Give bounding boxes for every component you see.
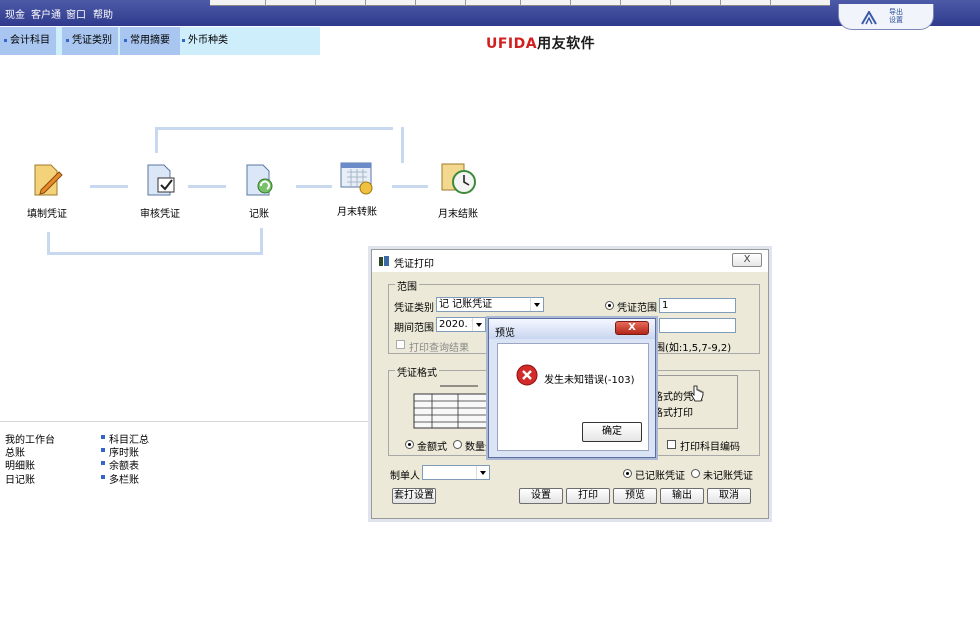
amount-format-radio[interactable]	[405, 440, 414, 449]
toolbar-strip	[210, 0, 830, 6]
posted-voucher-label: 已记账凭证	[635, 471, 685, 482]
print-dialog-icon	[379, 256, 389, 266]
print-query-result-checkbox[interactable]	[396, 340, 405, 349]
flow-line	[401, 127, 404, 163]
error-icon	[516, 364, 538, 386]
flow-node-post[interactable]: 记账	[219, 162, 299, 220]
hand-cursor-icon	[690, 385, 704, 402]
voucher-range-radio[interactable]	[605, 301, 614, 310]
corner-text: 导出 设置	[889, 8, 903, 24]
amount-format-label: 金额式	[417, 442, 447, 453]
calendar-clock-icon	[441, 163, 476, 194]
chevron-down-icon[interactable]	[530, 298, 543, 311]
bullet-icon	[66, 39, 69, 42]
posted-voucher-radio[interactable]	[623, 469, 632, 478]
preview-button[interactable]: 预览	[613, 488, 657, 504]
ok-button[interactable]: 确定	[582, 422, 642, 442]
menu-item-cash[interactable]: 现金	[5, 6, 25, 21]
chevron-down-icon[interactable]	[472, 318, 485, 331]
link-multi-column[interactable]: 多栏账	[101, 471, 139, 486]
menu-item-window[interactable]: 窗口	[66, 6, 86, 21]
flow-node-month-transfer[interactable]: 月末转账	[317, 160, 397, 218]
print-button[interactable]: 打印	[566, 488, 610, 504]
menu-item-help[interactable]: 帮助	[93, 6, 113, 21]
print-account-code-label: 打印科目编码	[680, 442, 740, 453]
voucher-range-input[interactable]: 1	[659, 298, 736, 313]
error-close-button[interactable]: X	[615, 321, 649, 335]
dialog-titlebar: 凭证打印 X	[372, 250, 768, 272]
bullet-icon	[101, 475, 105, 479]
range-extra-input[interactable]	[659, 318, 736, 333]
error-dialog-titlebar: 预览 X	[489, 319, 655, 339]
flow-node-month-close[interactable]: 月末结账	[418, 162, 498, 220]
link-balance-sheet[interactable]: 余额表	[101, 457, 139, 472]
print-query-result-label: 打印查询结果	[409, 343, 469, 354]
preview-error-dialog: 预览 X 发生未知错误(-103) 确定	[488, 318, 656, 458]
output-button[interactable]: 输出	[660, 488, 704, 504]
flow-line	[47, 232, 50, 254]
range-hint: 围(如:1,5,7-9,2)	[655, 343, 732, 354]
flow-line	[157, 127, 393, 130]
dialog-title: 凭证打印	[394, 259, 434, 270]
tab-common-summaries[interactable]: 常用摘要	[120, 27, 180, 55]
voucher-type-select[interactable]: 记 记账凭证	[436, 297, 544, 312]
flow-line	[260, 228, 263, 254]
flow-node-audit-voucher[interactable]: 审核凭证	[120, 162, 200, 220]
format-option-2[interactable]: 格式打印	[653, 404, 693, 419]
menu-item-customer[interactable]: 客户通	[31, 6, 61, 21]
voucher-format-preview-icon	[413, 385, 491, 429]
tab-accounts[interactable]: 会计科目	[0, 27, 56, 55]
divider	[0, 421, 370, 422]
flow-line	[47, 252, 263, 255]
print-account-code-checkbox[interactable]	[667, 440, 676, 449]
flow-node-fill-voucher[interactable]: 填制凭证	[7, 162, 87, 220]
voucher-type-label: 凭证类别	[394, 303, 434, 314]
audit-voucher-icon	[147, 164, 175, 196]
tab-foreign-currencies[interactable]: 外币种类	[178, 27, 242, 55]
period-start-select[interactable]: 2020. 11	[436, 317, 486, 332]
bullet-icon	[101, 461, 105, 465]
error-message: 发生未知错误(-103)	[544, 375, 635, 386]
template-settings-button[interactable]: 套打设置	[392, 488, 436, 504]
cancel-button[interactable]: 取消	[707, 488, 751, 504]
link-detail-ledger[interactable]: 明细账	[5, 457, 35, 472]
bullet-icon	[124, 39, 127, 42]
chevron-down-icon[interactable]	[476, 466, 489, 479]
setup-button[interactable]: 设置	[519, 488, 563, 504]
bullet-icon	[182, 39, 185, 42]
quantity-format-radio[interactable]	[453, 440, 462, 449]
corner-panel[interactable]: 导出 设置	[838, 4, 934, 30]
link-journal[interactable]: 日记账	[5, 471, 35, 486]
ufida-logo-icon	[861, 11, 877, 25]
voucher-range-label: 凭证范围	[617, 303, 657, 314]
tab-voucher-types[interactable]: 凭证类别	[62, 27, 118, 55]
calendar-transfer-icon	[340, 162, 373, 195]
maker-select[interactable]	[422, 465, 490, 480]
unposted-voucher-radio[interactable]	[691, 469, 700, 478]
bullet-icon	[101, 435, 105, 439]
flow-line	[155, 127, 158, 153]
period-range-label: 期间范围	[394, 323, 434, 334]
brand-logo: UFIDA用友软件	[486, 36, 596, 52]
close-button[interactable]: X	[732, 253, 762, 267]
error-dialog-body: 发生未知错误(-103) 确定	[497, 343, 649, 451]
unposted-voucher-label: 未记账凭证	[703, 471, 753, 482]
edit-voucher-icon	[34, 164, 63, 196]
maker-label: 制单人	[390, 471, 420, 482]
post-ledger-icon	[246, 164, 273, 196]
error-dialog-title: 预览	[495, 328, 515, 339]
bullet-icon	[4, 39, 7, 42]
bullet-icon	[101, 448, 105, 452]
